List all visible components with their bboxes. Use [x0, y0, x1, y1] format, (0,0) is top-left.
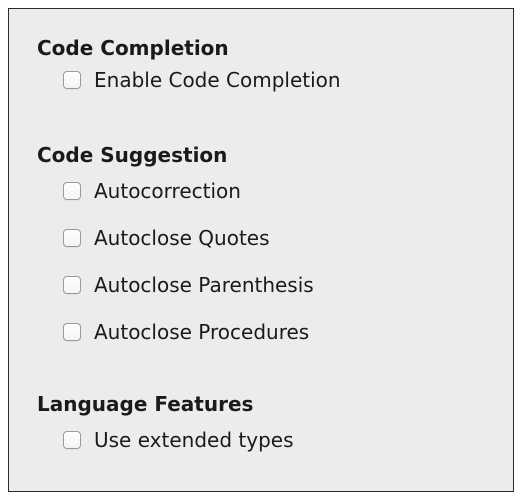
- section-title-code-completion: Code Completion: [37, 36, 229, 60]
- use-extended-types-checkbox[interactable]: [63, 431, 81, 449]
- option-autoclose-procedures[interactable]: Autoclose Procedures: [63, 317, 309, 347]
- option-enable-code-completion[interactable]: Enable Code Completion: [63, 65, 341, 95]
- enable-code-completion-checkbox[interactable]: [63, 71, 81, 89]
- option-autoclose-parenthesis[interactable]: Autoclose Parenthesis: [63, 270, 314, 300]
- option-autoclose-quotes[interactable]: Autoclose Quotes: [63, 223, 270, 253]
- autoclose-quotes-checkbox[interactable]: [63, 229, 81, 247]
- option-use-extended-types[interactable]: Use extended types: [63, 425, 293, 455]
- enable-code-completion-label: Enable Code Completion: [94, 68, 341, 92]
- autoclose-procedures-checkbox[interactable]: [63, 323, 81, 341]
- section-title-code-suggestion: Code Suggestion: [37, 143, 228, 167]
- section-code-suggestion: Code Suggestion Autocorrection Autoclose…: [37, 142, 497, 362]
- settings-panel: Code Completion Enable Code Completion C…: [8, 8, 514, 492]
- section-code-completion: Code Completion Enable Code Completion: [37, 35, 497, 115]
- autocorrection-checkbox[interactable]: [63, 182, 81, 200]
- autocorrection-label: Autocorrection: [94, 179, 241, 203]
- autoclose-quotes-label: Autoclose Quotes: [94, 226, 270, 250]
- section-language-features: Language Features Use extended types: [37, 391, 497, 471]
- autoclose-parenthesis-checkbox[interactable]: [63, 276, 81, 294]
- option-autocorrection[interactable]: Autocorrection: [63, 176, 241, 206]
- section-title-language-features: Language Features: [37, 392, 254, 416]
- autoclose-procedures-label: Autoclose Procedures: [94, 320, 310, 344]
- autoclose-parenthesis-label: Autoclose Parenthesis: [94, 273, 314, 297]
- use-extended-types-label: Use extended types: [94, 428, 294, 452]
